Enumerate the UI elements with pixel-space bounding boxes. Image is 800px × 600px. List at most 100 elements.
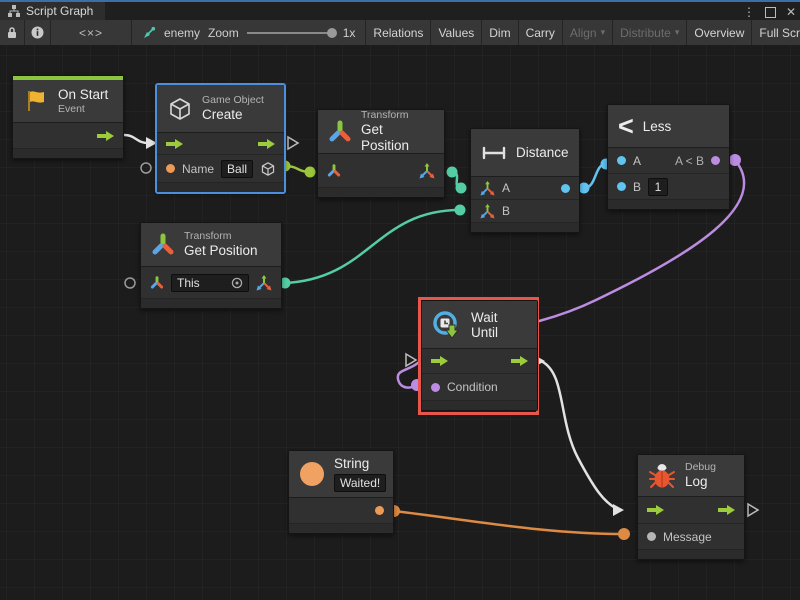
port-b-label: B <box>502 204 510 218</box>
graph-toolbar: <×> enemy Zoom 1x Relations Values Dim C… <box>0 20 800 45</box>
dim-button[interactable]: Dim <box>482 20 517 45</box>
vector3-out-port[interactable] <box>256 275 272 291</box>
string-value-field[interactable]: Waited! <box>334 474 386 492</box>
script-graph-icon <box>8 5 20 17</box>
wire-getpositionbottom-to-distance-b[interactable] <box>285 210 460 283</box>
name-input-port[interactable] <box>166 164 175 173</box>
zoom-slider-handle[interactable] <box>327 28 337 38</box>
name-port-label: Name <box>182 162 214 176</box>
tab-title: Script Graph <box>26 4 93 18</box>
wire-dot <box>305 167 316 178</box>
condition-in-port[interactable] <box>431 383 440 392</box>
vector3-in-port-a[interactable] <box>480 181 495 196</box>
message-label: Message <box>663 530 712 544</box>
node-create-game-object[interactable]: Game Object Create Name Ball <box>156 84 285 193</box>
zoom-slider[interactable] <box>247 32 335 34</box>
node-on-start[interactable]: On Start Event <box>12 75 124 159</box>
node-get-position-top[interactable]: Transform Get Position <box>317 109 445 198</box>
less-in-port-a[interactable] <box>617 156 626 165</box>
zoom-label: Zoom <box>208 26 239 40</box>
node-less[interactable]: < Less A A < B B 1 <box>607 104 730 210</box>
string-out-port[interactable] <box>375 506 384 515</box>
lock-button[interactable] <box>0 20 24 45</box>
node-title: On Start <box>58 87 108 103</box>
node-subtitle: Transform <box>361 109 434 122</box>
transform-icon <box>151 233 175 257</box>
info-button[interactable] <box>25 20 50 45</box>
distribute-label: Distribute <box>620 26 671 40</box>
target-field[interactable]: This <box>171 274 249 292</box>
name-value-field[interactable]: Ball <box>221 160 253 178</box>
align-dropdown[interactable]: Align ▾ <box>563 20 612 45</box>
object-picker-icon[interactable] <box>231 277 243 289</box>
flow-out-port[interactable] <box>511 356 528 366</box>
chevron-down-icon: ▾ <box>601 27 606 38</box>
vector3-in-port-b[interactable] <box>480 204 495 219</box>
flow-out-port[interactable] <box>97 131 114 141</box>
relations-button[interactable]: Relations <box>366 20 430 45</box>
b-value-field[interactable]: 1 <box>648 178 668 196</box>
fullscreen-button[interactable]: Full Screen <box>752 20 800 45</box>
condition-label: Condition <box>447 380 498 394</box>
unconnected-value-in-getposition[interactable] <box>125 278 135 288</box>
wire-onstart-to-create[interactable] <box>124 135 148 143</box>
less-in-port-b[interactable] <box>617 182 626 191</box>
node-footer <box>318 188 444 197</box>
node-footer <box>157 183 284 192</box>
carry-button[interactable]: Carry <box>519 20 562 45</box>
node-footer <box>289 524 393 533</box>
less-icon: < <box>618 113 634 140</box>
transform-icon <box>328 120 352 144</box>
port-b-label: B <box>633 180 641 194</box>
transform-in-port[interactable] <box>150 276 164 290</box>
unconnected-flow-out-create[interactable] <box>288 137 298 149</box>
node-footer <box>13 149 123 158</box>
flow-in-port[interactable] <box>647 505 664 515</box>
node-debug-log[interactable]: Debug Log Message <box>637 454 745 560</box>
graph-canvas[interactable]: On Start Event Game Object Create <box>0 45 800 600</box>
transform-in-port[interactable] <box>327 164 341 178</box>
node-distance[interactable]: Distance A B <box>470 128 580 233</box>
less-out-port[interactable] <box>711 156 720 165</box>
distribute-dropdown[interactable]: Distribute ▾ <box>613 20 686 45</box>
node-string[interactable]: String Waited! <box>288 450 394 534</box>
flow-out-port[interactable] <box>718 505 735 515</box>
node-subtitle: Game Object <box>202 94 264 107</box>
node-wait-until[interactable]: Wait Until Condition <box>421 300 538 411</box>
message-in-port[interactable] <box>647 532 656 541</box>
unconnected-value-in-create-name[interactable] <box>141 163 151 173</box>
result-label: A < B <box>675 154 704 168</box>
distance-out-port[interactable] <box>561 184 570 193</box>
wire-end-arrow <box>613 504 624 516</box>
target-value: This <box>177 276 200 290</box>
maximize-icon[interactable] <box>765 7 776 18</box>
node-get-position-bottom[interactable]: Transform Get Position This <box>140 222 282 309</box>
game-object-out-port[interactable] <box>260 161 276 177</box>
node-title: Wait Until <box>471 310 527 340</box>
node-footer <box>471 223 579 232</box>
zoom-value: 1x <box>343 26 356 40</box>
zoom-segment: enemy Zoom 1x <box>132 20 365 45</box>
code-preview-button[interactable]: <×> <box>51 20 131 45</box>
node-title: Get Position <box>184 243 258 259</box>
tab-bar: Script Graph ⋮ ✕ <box>0 0 800 20</box>
node-footer <box>141 299 281 308</box>
flow-in-port[interactable] <box>166 139 183 149</box>
node-title: Get Position <box>361 122 434 154</box>
overview-button[interactable]: Overview <box>687 20 751 45</box>
node-subtitle: Transform <box>184 230 258 243</box>
values-button[interactable]: Values <box>431 20 481 45</box>
tab-script-graph[interactable]: Script Graph <box>0 2 105 20</box>
close-icon[interactable]: ✕ <box>786 4 796 20</box>
wire-dot <box>579 183 590 194</box>
wire-waituntil-to-log[interactable] <box>541 361 617 509</box>
bug-icon <box>648 462 676 490</box>
unity-script-graph-window: Script Graph ⋮ ✕ <×> <box>0 0 800 600</box>
unconnected-flow-out-log[interactable] <box>748 504 758 516</box>
vector3-out-port[interactable] <box>419 163 435 179</box>
window-menu-icon[interactable]: ⋮ <box>743 4 755 20</box>
flow-in-port[interactable] <box>431 356 448 366</box>
node-footer <box>638 550 744 559</box>
wire-string-to-log-message[interactable] <box>394 511 624 534</box>
flow-out-port[interactable] <box>258 139 275 149</box>
